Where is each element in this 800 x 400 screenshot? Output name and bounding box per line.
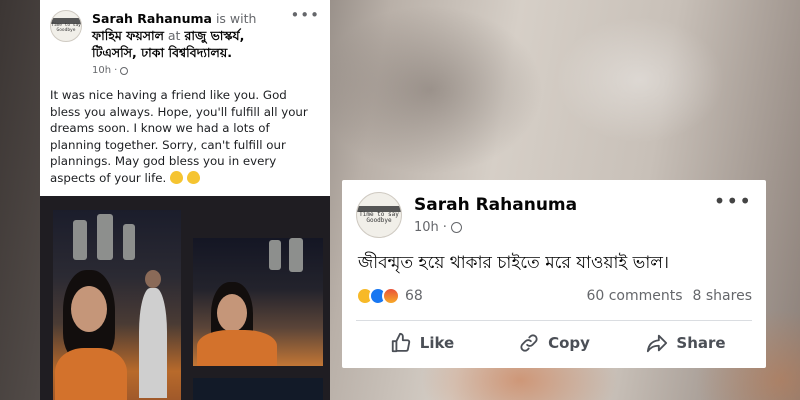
crowd-person: [145, 270, 161, 288]
sculpture-shape: [269, 240, 281, 270]
author-name[interactable]: Sarah Rahanuma: [414, 195, 577, 215]
post-photos: [40, 196, 330, 400]
photo-3[interactable]: [193, 378, 323, 400]
person-body: [55, 348, 127, 400]
sculpture-shape: [289, 238, 303, 272]
copy-button[interactable]: Copy: [488, 332, 620, 354]
at-text: at: [167, 28, 181, 43]
tagged-friend[interactable]: ফাহিম ফয়সাল: [92, 28, 164, 43]
person-face: [217, 294, 247, 332]
avatar-text: Time to say Goodbye: [359, 210, 399, 224]
left-post-meta: Sarah Rahanuma is with ফাহিম ফয়সাল at র…: [92, 10, 286, 79]
post-text: জীবন্মৃত হয়ে থাকার চাইতে মরে যাওয়াই ভা…: [358, 253, 669, 273]
heart-emoji-icon: [170, 170, 183, 184]
like-button[interactable]: Like: [356, 332, 488, 354]
avatar-text: Time to say Goodbye: [51, 23, 81, 33]
post-actions: Like Copy Share: [356, 320, 752, 364]
shares-count[interactable]: 8 shares: [693, 288, 752, 304]
comments-count[interactable]: 60 comments: [586, 288, 682, 304]
left-post-header: Time to say Goodbye Sarah Rahanuma is wi…: [50, 8, 320, 79]
like-icon: [391, 332, 410, 352]
share-icon: [647, 334, 668, 352]
post-time: 10h ·: [92, 62, 286, 79]
right-post-meta: Sarah Rahanuma 10h ·: [414, 195, 577, 235]
post-time: 10h ·: [414, 220, 577, 235]
photo-2[interactable]: [193, 238, 323, 366]
more-icon[interactable]: •••: [290, 8, 320, 23]
photo-1[interactable]: [53, 210, 181, 400]
share-button[interactable]: Share: [620, 332, 752, 354]
left-post-card: Time to say Goodbye Sarah Rahanuma is wi…: [40, 0, 330, 196]
copy-icon: [520, 333, 538, 352]
with-text: is with: [215, 11, 257, 26]
crowd-person: [139, 288, 167, 398]
engagement-counts: 60 comments 8 shares: [586, 288, 752, 304]
timestamp[interactable]: 10h: [92, 62, 111, 79]
post-stats: 68 60 comments 8 shares: [356, 287, 752, 305]
right-post-header: Time to say Goodbye Sarah Rahanuma 10h ·…: [356, 191, 752, 238]
sculpture-shape: [123, 224, 135, 260]
copy-label: Copy: [548, 333, 590, 352]
like-label: Like: [419, 333, 455, 352]
angry-reaction-icon: [382, 287, 400, 305]
post-text: It was nice having a friend like you. Go…: [50, 88, 308, 185]
person-body: [197, 330, 277, 366]
reaction-count[interactable]: 68: [405, 288, 423, 304]
globe-icon: [450, 222, 462, 233]
timestamp[interactable]: 10h: [414, 220, 439, 235]
sculpture-shape: [73, 220, 87, 260]
person-face: [71, 286, 107, 332]
globe-icon: [120, 66, 129, 75]
share-label: Share: [676, 333, 726, 352]
left-post-body: It was nice having a friend like you. Go…: [50, 87, 320, 186]
sculpture-shape: [97, 214, 113, 260]
more-icon[interactable]: •••: [714, 191, 752, 211]
avatar[interactable]: Time to say Goodbye: [50, 10, 82, 42]
author-name[interactable]: Sarah Rahanuma: [92, 11, 212, 26]
right-post-card: Time to say Goodbye Sarah Rahanuma 10h ·…: [342, 180, 766, 368]
heart-emoji-icon: [186, 170, 200, 184]
avatar[interactable]: Time to say Goodbye: [356, 192, 402, 238]
